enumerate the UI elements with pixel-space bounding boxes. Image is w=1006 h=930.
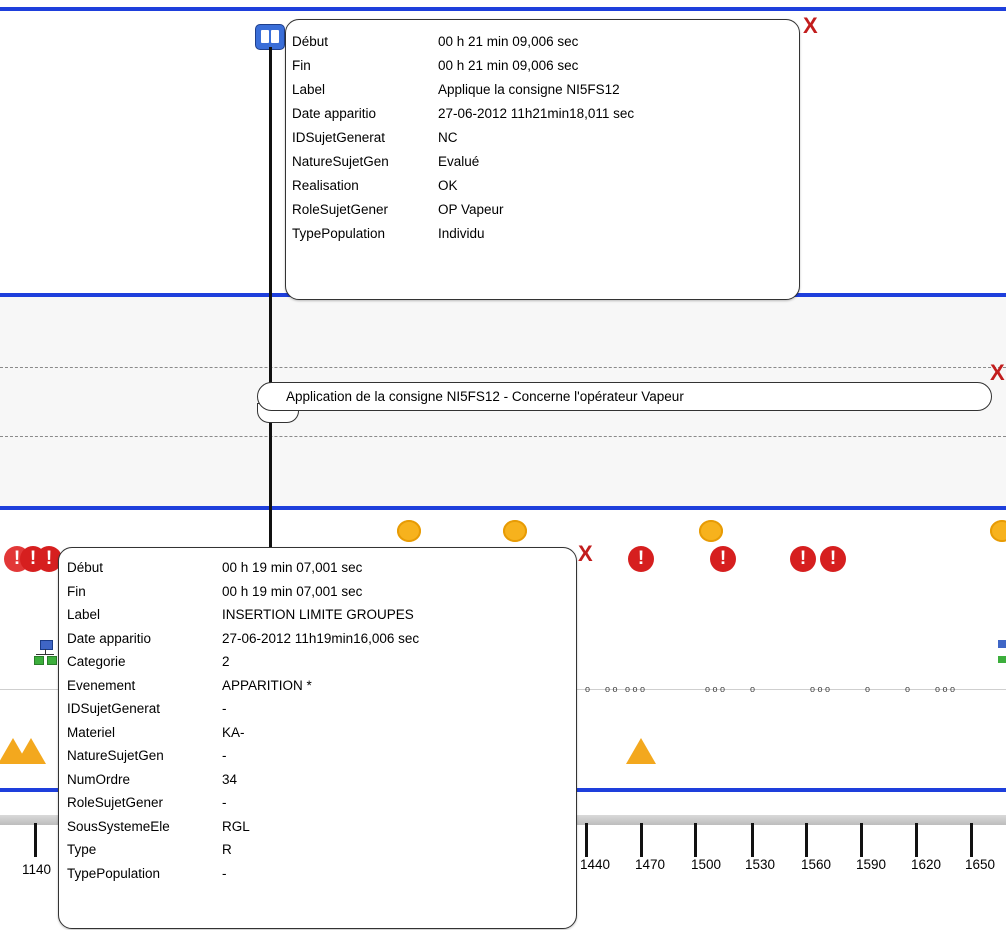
warning-icon[interactable]	[626, 738, 656, 764]
close-bottom-popup-button[interactable]: X	[578, 543, 593, 565]
detail-value: R	[222, 842, 232, 857]
detail-value: 00 h 21 min 09,006 sec	[438, 34, 579, 49]
detail-key: NatureSujetGen	[292, 154, 389, 169]
detail-key: Début	[67, 560, 104, 575]
timeline-tick	[751, 823, 754, 857]
timeline-label: 1500	[691, 857, 722, 872]
speech-bubble-icon[interactable]	[397, 520, 421, 542]
detail-value: NC	[438, 130, 458, 145]
detail-value: KA-	[222, 724, 245, 740]
event-details-popup-bottom: Début 00 h 19 min 07,001 sec Fin 00 h 19 mi…	[58, 547, 577, 929]
timeline-label-left: 1140	[22, 862, 52, 877]
network-icon[interactable]	[998, 640, 1006, 666]
alert-icon[interactable]: !	[820, 546, 846, 572]
detail-key: Categorie	[67, 654, 126, 669]
detail-value: -	[222, 865, 227, 881]
speech-bubble-icon[interactable]	[503, 520, 527, 542]
annotation-lane-bottom-border	[0, 436, 1006, 437]
timeline-tick	[640, 823, 643, 857]
density-mark: o o o	[705, 684, 726, 694]
detail-key: Label	[292, 82, 326, 97]
timeline-label: 1560	[801, 857, 832, 872]
detail-value: INSERTION LIMITE GROUPES	[222, 607, 414, 622]
annotation-text: Application de la consigne NI5FS12 - Con…	[286, 389, 684, 404]
alert-icon[interactable]: !	[710, 546, 736, 572]
alert-icon[interactable]: !	[790, 546, 816, 572]
annotation-lane-top-border	[0, 367, 1006, 368]
timeline-tick	[970, 823, 973, 857]
detail-key: Fin	[67, 583, 86, 599]
density-mark: o o o	[625, 684, 646, 694]
timeline-tick	[694, 823, 697, 857]
detail-key: SousSystemeEle	[67, 818, 170, 834]
timeline-label: 1530	[745, 857, 776, 872]
detail-value: OP Vapeur	[438, 202, 504, 217]
detail-value: -	[222, 701, 227, 716]
detail-key: Date apparitio	[67, 630, 152, 646]
detail-value: 00 h 19 min 07,001 sec	[222, 560, 363, 575]
timeline-tick	[34, 823, 37, 857]
close-annotation-button[interactable]: X	[990, 362, 1005, 384]
timeline-label: 1590	[856, 857, 887, 872]
detail-key: Evenement	[67, 677, 136, 693]
detail-value: RGL	[222, 818, 250, 834]
detail-value: 34	[222, 771, 238, 787]
detail-value: Applique la consigne NI5FS12	[438, 82, 620, 97]
detail-value: Individu	[438, 226, 485, 241]
detail-value: -	[222, 748, 227, 763]
detail-value: 27-06-2012 11h19min16,006 sec	[222, 630, 420, 646]
annotation-pill[interactable]: Application de la consigne NI5FS12 - Con…	[257, 382, 992, 411]
detail-key: Materiel	[67, 724, 116, 740]
detail-key: Début	[292, 34, 329, 49]
detail-key: Type	[67, 842, 97, 857]
lane-separator-top	[0, 7, 1006, 11]
lane-separator-3	[0, 506, 1006, 510]
density-mark: o	[585, 684, 591, 694]
close-top-popup-button[interactable]: X	[803, 15, 818, 37]
timeline-label: 1470	[635, 857, 666, 872]
density-mark: o	[750, 684, 756, 694]
density-mark: o o	[605, 684, 618, 694]
detail-value: -	[222, 795, 227, 810]
detail-value: OK	[438, 178, 458, 193]
detail-value: APPARITION *	[222, 677, 312, 693]
detail-key: IDSujetGenerat	[292, 130, 386, 145]
detail-key: Realisation	[292, 178, 359, 193]
density-mark: o o o	[935, 684, 956, 694]
timeline-tick	[915, 823, 918, 857]
detail-key: NumOrdre	[67, 771, 131, 787]
detail-key: IDSujetGenerat	[67, 701, 161, 716]
timeline-tick	[860, 823, 863, 857]
detail-value: 00 h 21 min 09,006 sec	[438, 58, 579, 73]
detail-value: 2	[222, 654, 230, 669]
network-icon[interactable]	[34, 640, 57, 666]
timeline-label: 1440	[580, 857, 611, 872]
detail-key: RoleSujetGener	[292, 202, 389, 217]
detail-key: RoleSujetGener	[67, 795, 164, 810]
density-mark: o o o	[810, 684, 831, 694]
density-mark: o	[905, 684, 911, 694]
detail-key: Date apparitio	[292, 106, 377, 121]
timeline-label: 1620	[911, 857, 942, 872]
detail-key: TypePopulation	[292, 226, 386, 241]
alert-icon[interactable]: !	[628, 546, 654, 572]
detail-value: Evalué	[438, 154, 480, 169]
warning-icon[interactable]	[16, 738, 46, 764]
detail-key: TypePopulation	[67, 865, 161, 881]
timeline-label: 1650	[965, 857, 996, 872]
detail-value: 00 h 19 min 07,001 sec	[222, 583, 363, 599]
timeline-tick	[805, 823, 808, 857]
detail-value: 27-06-2012 11h21min18,011 sec	[438, 106, 635, 121]
timeline-tick	[585, 823, 588, 857]
detail-key: Fin	[292, 58, 311, 73]
detail-key: Label	[67, 607, 101, 622]
speech-bubble-icon[interactable]	[699, 520, 723, 542]
event-details-popup-top: Début 00 h 21 min 09,006 sec Fin 00 h 21 mi…	[285, 19, 800, 300]
density-mark: o	[865, 684, 871, 694]
detail-key: NatureSujetGen	[67, 748, 164, 763]
